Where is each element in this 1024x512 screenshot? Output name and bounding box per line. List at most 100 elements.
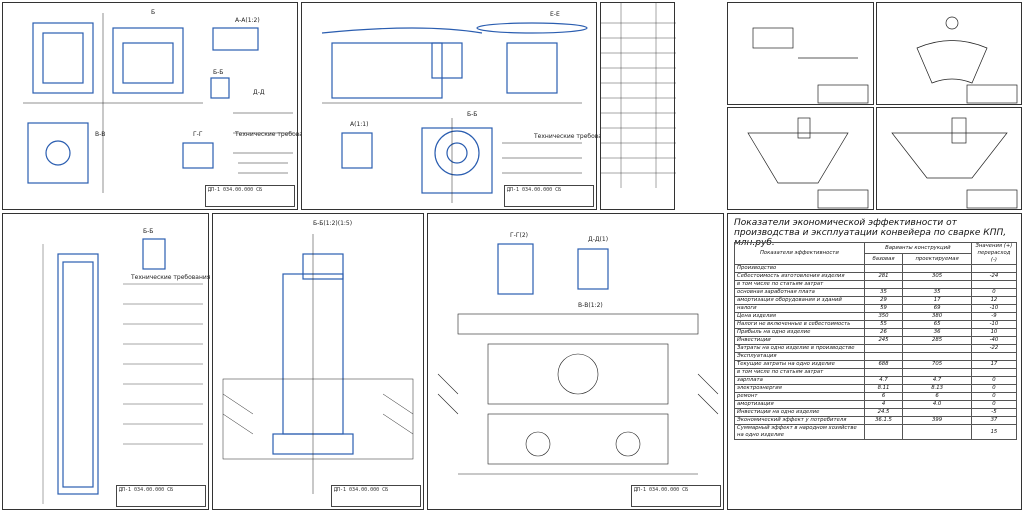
economics-rows: Производство Себестоимость изготовления и…	[734, 264, 1018, 440]
table-row: ремонт 6 6 0	[734, 392, 1018, 401]
row-label: Текущие затраты на одно изделие	[734, 360, 865, 369]
row-value-base: 24.5	[863, 408, 904, 417]
table-row: основная заработная плата 35 35 0	[734, 288, 1018, 297]
col-base: базовая	[863, 253, 904, 265]
row-value-proj: 36	[902, 328, 972, 337]
row-label: Инвестиции на одно изделие	[734, 408, 865, 417]
row-value-diff: 0	[970, 400, 1018, 409]
row-value-base: 55	[863, 320, 904, 329]
row-value-base	[863, 280, 904, 289]
table-row: амортизация оборудования и зданий 29 17 12	[734, 296, 1018, 305]
row-label: Себестоимость изготовления изделия	[734, 272, 865, 281]
row-label: Экономический эффект у потребителя	[734, 416, 865, 425]
row-value-proj: 380	[902, 312, 972, 321]
row-value-diff: 12	[970, 296, 1018, 305]
row-value-proj	[902, 344, 972, 353]
row-value-proj	[902, 424, 972, 440]
row-value-proj: 17	[902, 296, 972, 305]
view-label-bb2: Б-Б	[467, 111, 478, 118]
view-label-gg2: Г-Г(2)	[510, 232, 528, 239]
row-value-diff: -22	[970, 344, 1018, 353]
view-label-bb-section: Б-Б(1:2)(1:5)	[313, 220, 353, 227]
drawing-sheet-5: Г-Г(2) Д-Д(1) В-В(1:2) ДП-1 034.00.000 С…	[427, 213, 724, 510]
sheet-5-graphics	[437, 243, 719, 475]
title-block: ДП-1 034.00.000 СБ	[205, 185, 295, 207]
row-value-base: 688	[863, 360, 904, 369]
row-label: налоги	[734, 304, 865, 313]
row-value-base: 35	[863, 288, 904, 297]
view-label-vv2: В-В(1:2)	[578, 302, 603, 309]
table-row: Себестоимость изготовления изделия 281 305…	[734, 272, 1018, 281]
view-label-bb: Б-Б	[213, 69, 224, 76]
row-value-base	[863, 344, 904, 353]
col-proj: проектируемая	[902, 253, 972, 265]
sheet-3-graphics	[42, 238, 203, 504]
economics-poster: Показатели экономической эффективности о…	[727, 213, 1022, 510]
table-row: зарплата 4.7 4.7 0	[734, 376, 1018, 385]
row-value-base	[863, 368, 904, 377]
row-value-proj	[902, 408, 972, 417]
row-value-base: 6	[863, 392, 904, 401]
sheet-4-graphics	[222, 234, 414, 494]
table-row: Инвестиции 245 285 -40	[734, 336, 1018, 345]
row-value-base: 36.1.5	[863, 416, 904, 425]
table-row: Эксплуатация	[734, 352, 1018, 361]
row-value-base: 4	[863, 400, 904, 409]
op4-graphics	[891, 117, 1018, 209]
row-value-diff	[970, 264, 1018, 273]
title-block-5: ДП-1 034.00.000 СБ	[631, 485, 721, 507]
row-value-diff: 37	[970, 416, 1018, 425]
row-value-diff: -10	[970, 320, 1018, 329]
table-row: амортизация 4 4.0 0	[734, 400, 1018, 409]
table-row: Затраты на одно изделие в производстве -2…	[734, 344, 1018, 353]
view-label-b: Б	[151, 9, 156, 16]
row-value-proj	[902, 352, 972, 361]
col-variants: Варианты конструкций	[863, 242, 972, 254]
row-value-proj	[902, 368, 972, 377]
view-label-dd: Д-Д	[253, 89, 265, 96]
row-value-base: 281	[863, 272, 904, 281]
row-value-base	[863, 264, 904, 273]
row-label: Инвестиции	[734, 336, 865, 345]
row-label: Эксплуатация	[734, 352, 865, 361]
table-row: Производство	[734, 264, 1018, 273]
row-label: в том числе по статьям затрат	[734, 368, 865, 377]
row-value-proj: 35	[902, 288, 972, 297]
title-block-4: ДП-1 034.00.000 СБ	[331, 485, 421, 507]
spec-1-lines	[601, 3, 676, 188]
row-label: зарплата	[734, 376, 865, 385]
row-value-proj: 8.13	[902, 384, 972, 393]
row-label: Производство	[734, 264, 865, 273]
drawing-sheet-4: Б-Б(1:2)(1:5) ДП-1 034.00.000 СБ	[212, 213, 424, 510]
operation-sheet-2	[876, 2, 1022, 105]
operation-sheet-3	[727, 107, 874, 210]
op1-graphics	[752, 27, 869, 104]
col-indicator: Показатели эффективности	[734, 242, 865, 265]
view-label-aa2: Б-Б	[143, 228, 154, 235]
row-value-diff: 10	[970, 328, 1018, 337]
tech-requirements-label-3: Технические требования	[131, 274, 211, 281]
operation-sheet-4	[876, 107, 1022, 210]
row-value-diff: 15	[970, 424, 1018, 440]
view-label-vv: В-В	[95, 131, 106, 138]
view-label-ee: Е-Е	[550, 11, 560, 18]
row-value-proj	[902, 264, 972, 273]
table-row: Налоги не включенные в себестоимость 55 65…	[734, 320, 1018, 329]
row-label: амортизация оборудования и зданий	[734, 296, 865, 305]
row-label: Суммарный эффект в народном хозяйстве на…	[734, 424, 865, 440]
row-value-diff: 0	[970, 392, 1018, 401]
sheet-1-graphics	[23, 13, 293, 193]
row-value-proj: 705	[902, 360, 972, 369]
table-row: Текущие затраты на одно изделие 688 705 17	[734, 360, 1018, 369]
row-value-proj: 69	[902, 304, 972, 313]
table-row: Инвестиции на одно изделие 24.5 -5	[734, 408, 1018, 417]
row-value-diff	[970, 368, 1018, 377]
row-value-base	[863, 352, 904, 361]
row-value-diff: -9	[970, 312, 1018, 321]
view-label-gg: Г-Г	[193, 131, 203, 138]
row-value-diff: -40	[970, 336, 1018, 345]
op3-graphics	[747, 117, 869, 209]
table-row: налоги 59 69 -10	[734, 304, 1018, 313]
table-row: в том числе по статьям затрат	[734, 368, 1018, 377]
row-value-diff	[970, 280, 1018, 289]
